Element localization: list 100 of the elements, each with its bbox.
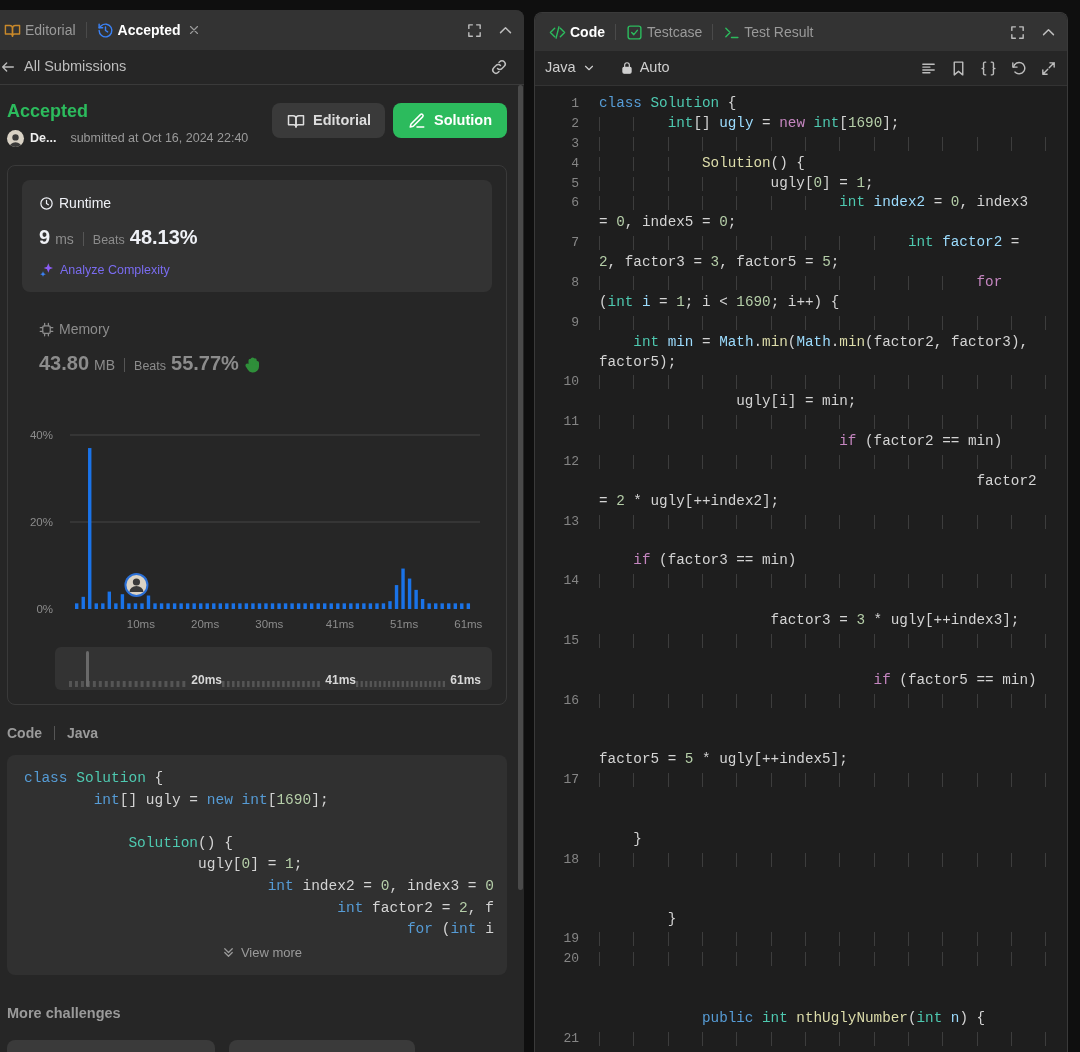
histogram-bar (166, 603, 170, 609)
histogram-bar (375, 603, 379, 609)
tab[interactable]: Accepted (92, 19, 185, 41)
histogram-bar (133, 603, 138, 609)
axis-label: 0% (36, 603, 53, 615)
checkbox-icon (626, 23, 643, 41)
histogram-bar (460, 603, 464, 609)
histogram-bar (94, 603, 98, 609)
line-number: 19 (562, 930, 579, 949)
code-line: Solution() { (128, 834, 233, 851)
avatar (7, 129, 24, 147)
arrow-left-icon (0, 59, 16, 75)
metric-card[interactable]: Memory 43.80 MB Beats 55.77% (22, 306, 492, 396)
range-label: 20ms (191, 673, 222, 687)
braces-icon[interactable] (980, 59, 997, 77)
axis-label: 40% (29, 429, 53, 441)
line-number: 20 (562, 950, 579, 969)
histogram-bar (114, 603, 118, 609)
metric-unit: MB (94, 356, 116, 375)
view-more-link[interactable]: View more (220, 942, 303, 963)
histogram-bar (453, 603, 457, 609)
code-line: ugly[0] = 1; (198, 856, 303, 873)
histogram-bar (420, 599, 425, 609)
histogram-bar (303, 603, 307, 609)
histogram-bar (368, 603, 373, 609)
beats-percent: 55.77% (171, 351, 239, 376)
clock-icon (39, 195, 54, 211)
editorial-button[interactable]: Editorial (272, 103, 385, 138)
avatar-marker (124, 573, 149, 597)
range-label: 41ms (325, 673, 356, 687)
history-icon (96, 21, 114, 39)
histogram-bar (192, 603, 196, 609)
beats-label: Beats (134, 358, 167, 375)
range-handle[interactable] (85, 651, 89, 687)
histogram-bar (349, 603, 353, 609)
back-link[interactable]: All Submissions (0, 56, 127, 78)
line-number: 4 (570, 154, 579, 173)
line-number: 16 (562, 691, 579, 710)
metric-card[interactable]: Runtime 9 ms Beats 48.13% Analyze Complexity (22, 180, 492, 292)
metric-unit: ms (55, 230, 74, 249)
author-name[interactable]: De... (30, 128, 57, 148)
axis-label: 10ms (126, 618, 155, 630)
section-label: Code (7, 724, 42, 743)
histogram-bar (434, 603, 438, 609)
tab[interactable]: Editorial (0, 19, 80, 41)
histogram-bar (466, 603, 470, 609)
auto-mode-button[interactable]: Auto (619, 57, 670, 79)
undo-icon[interactable] (1010, 59, 1027, 77)
expand-icon[interactable] (1040, 59, 1057, 77)
histogram-bar (309, 603, 314, 609)
histogram-bar (153, 603, 157, 609)
histogram-bar (342, 603, 346, 609)
histogram-bar (283, 603, 288, 609)
axis-label: 61ms (454, 618, 483, 630)
histogram-bar (231, 603, 236, 609)
line-number: 11 (562, 413, 579, 432)
metric-label: Memory (59, 321, 110, 337)
histogram-bar (414, 589, 418, 609)
line-number: 13 (562, 512, 579, 531)
link-icon[interactable] (490, 58, 508, 76)
line-number: 7 (570, 234, 579, 253)
histogram-bar (407, 578, 412, 609)
histogram-bar (270, 603, 275, 609)
line-number: 21 (562, 1029, 579, 1048)
histogram-bar (238, 603, 242, 609)
histogram-bar (296, 603, 301, 609)
histogram-bar (199, 603, 203, 609)
fullscreen-icon[interactable] (466, 21, 483, 39)
submitted-time: submitted at Oct 16, 2024 22:40 (70, 129, 249, 147)
histogram-bar (81, 596, 85, 609)
status-text: Accepted (7, 100, 90, 123)
line-number: 8 (570, 274, 579, 292)
histogram-bar (381, 603, 386, 609)
scrollbar[interactable] (518, 85, 523, 890)
range-slider[interactable]: 20ms 41ms 61ms (55, 647, 492, 690)
line-number: 12 (562, 453, 579, 472)
metric-value: 43.80 (39, 351, 90, 376)
line-number: 10 (562, 373, 579, 392)
histogram-bar (257, 603, 262, 609)
code-line: for (int i (406, 921, 494, 938)
histogram-bar (388, 601, 392, 609)
histogram-bar (120, 594, 125, 609)
code-icon (549, 23, 566, 41)
line-number: 15 (562, 632, 579, 651)
histogram-bar (394, 585, 399, 609)
language-select[interactable]: Java (545, 57, 596, 79)
tab[interactable]: Code (545, 21, 609, 43)
metric-label: Runtime (59, 195, 112, 211)
line-number: 3 (570, 134, 579, 153)
histogram-bar (140, 603, 144, 609)
tab[interactable]: Testcase (622, 21, 707, 43)
hand-icon (243, 355, 262, 374)
line-number: 14 (562, 572, 579, 591)
histogram-bar (264, 603, 268, 609)
code-line: int[] ugly = new int[1690]; (93, 791, 329, 808)
tab[interactable]: Test Result (719, 21, 818, 43)
fullscreen-icon[interactable] (1009, 23, 1026, 41)
lock-icon (619, 61, 634, 75)
beats-percent: 48.13% (129, 225, 198, 250)
histogram-bar (290, 603, 294, 609)
